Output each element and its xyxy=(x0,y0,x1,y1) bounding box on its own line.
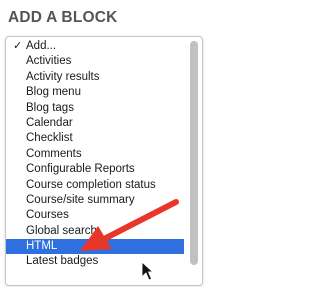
mouse-pointer-icon xyxy=(141,261,154,281)
red-arrow-icon xyxy=(80,199,179,251)
annotation-overlay xyxy=(80,199,179,281)
